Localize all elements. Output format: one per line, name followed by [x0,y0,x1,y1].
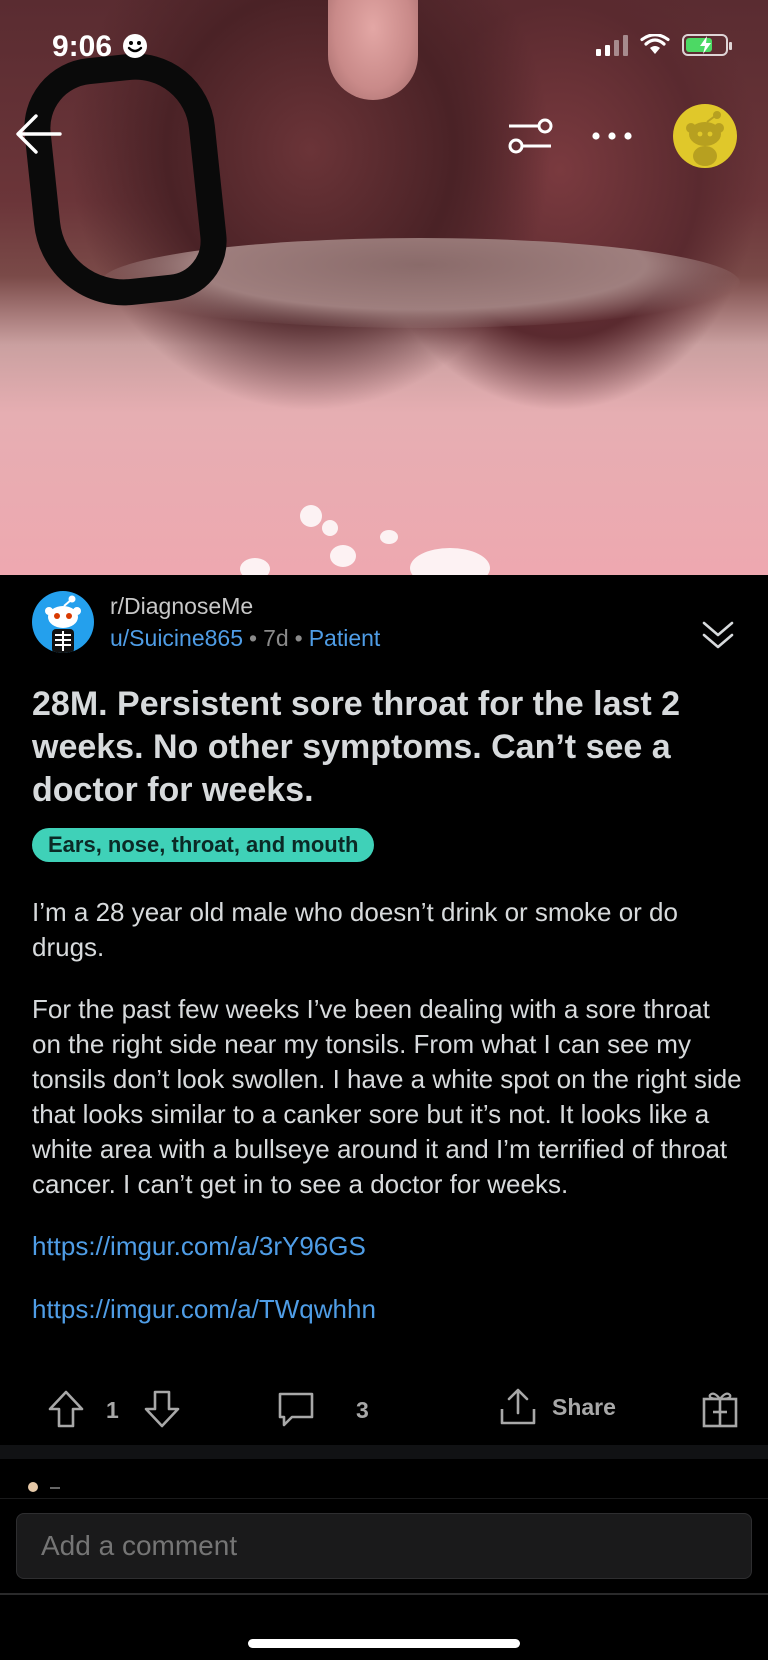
comment-composer [0,1498,768,1660]
post-card: r/DiagnoseMe u/Suicine865 • 7d • Patient 28M… [0,575,768,1445]
post-action-bar: 1 3 Share [0,1375,768,1435]
status-time: 9:06 [52,30,148,64]
image-detail [300,505,322,527]
snoo-avatar-icon [686,111,724,166]
imgur-link[interactable]: https://imgur.com/a/3rY96GS [32,1229,744,1264]
post-meta: u/Suicine865 • 7d • Patient [110,625,381,651]
downvote-button[interactable] [142,1389,182,1429]
status-indicators [596,34,732,56]
body-paragraph: For the past few weeks I’ve been dealing… [32,994,742,1199]
upvote-button[interactable] [46,1389,86,1429]
post-title[interactable]: 28M. Persistent sore throat for the last… [32,683,742,812]
section-divider [0,1445,768,1459]
battery-icon [682,34,732,56]
post-flair[interactable]: Ears, nose, throat, and mouth [32,828,375,862]
downvote-arrow-icon [144,1390,180,1428]
share-label: Share [552,1393,616,1420]
share-icon [500,1388,536,1425]
comment-preview-avatar [28,1482,38,1492]
comment-bubble-icon [278,1392,314,1427]
home-indicator[interactable] [248,1639,520,1648]
skeleton-snoo-icon [45,595,81,653]
composer-divider [0,1593,768,1595]
comment-preview-divider [50,1487,60,1489]
status-bar: 9:06 [0,0,768,100]
arrow-left-icon[interactable] [14,112,64,156]
image-detail [380,530,398,544]
subreddit-name[interactable]: r/DiagnoseMe [110,593,253,620]
image-detail [322,520,338,536]
profile-avatar[interactable] [673,104,737,168]
upvote-arrow-icon [48,1390,84,1428]
smiley-icon [123,34,148,58]
add-comment-input[interactable] [16,1513,752,1579]
sliders-icon[interactable] [505,116,555,156]
subreddit-avatar[interactable] [32,591,94,653]
post-age: 7d [263,625,289,651]
user-flair: Patient [308,625,381,651]
comments-button[interactable] [276,1389,316,1429]
share-button[interactable]: Share [498,1387,616,1427]
vote-count: 1 [106,1397,119,1423]
image-detail [240,558,270,575]
image-detail [410,548,490,575]
author-link[interactable]: u/Suicine865 [110,625,243,651]
comment-count: 3 [356,1397,369,1423]
ellipsis-icon[interactable] [588,116,636,156]
imgur-link[interactable]: https://imgur.com/a/TWqwhhn [32,1292,744,1327]
post-body: I’m a 28 year old male who doesn’t drink… [32,895,744,1355]
body-paragraph: I’m a 28 year old male who doesn’t drink… [32,897,678,962]
cellular-signal-icon [596,34,628,56]
gift-icon [702,1392,738,1428]
wifi-icon [640,34,670,54]
award-button[interactable] [700,1389,740,1429]
image-detail [330,545,356,567]
double-chevron-down-icon[interactable] [698,615,738,655]
